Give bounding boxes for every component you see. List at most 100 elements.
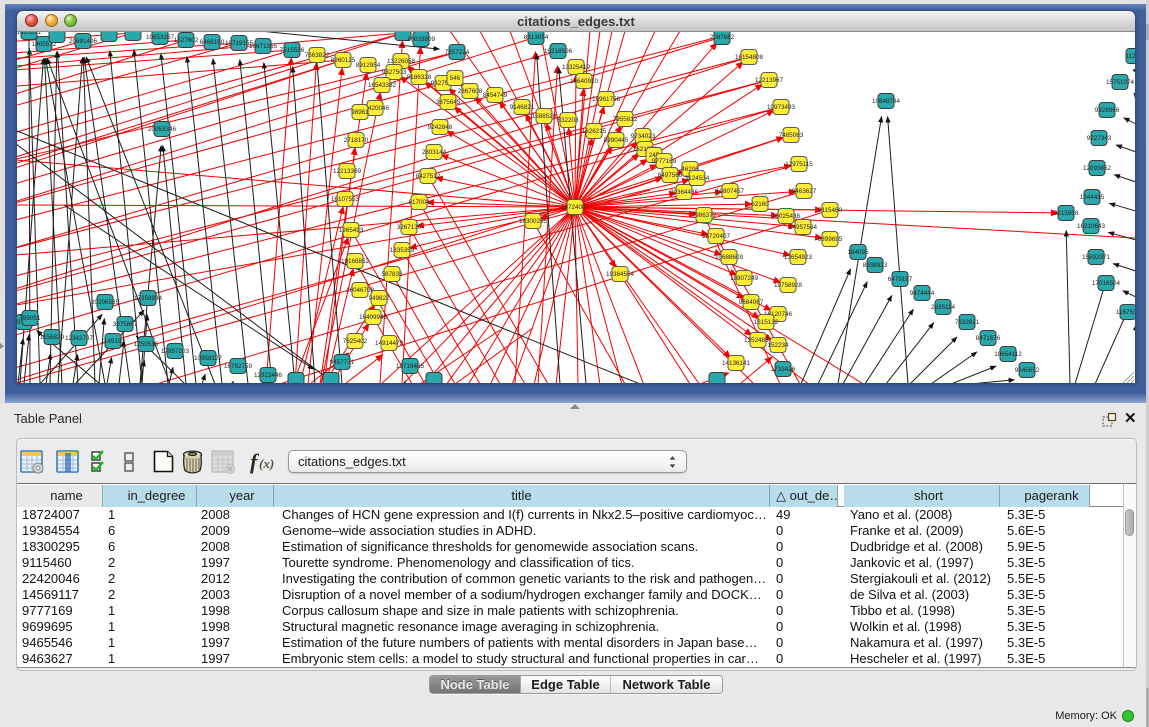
svg-text:10671355: 10671355 [249, 43, 278, 50]
svg-text:8912954: 8912954 [356, 62, 381, 69]
svg-text:1335359: 1335359 [390, 247, 415, 254]
svg-text:15692971: 15692971 [1082, 254, 1111, 261]
svg-text:13716485: 13716485 [396, 363, 425, 370]
svg-text:2803144: 2803144 [422, 149, 447, 156]
svg-text:10046708: 10046708 [346, 287, 375, 294]
svg-text:1156829: 1156829 [40, 334, 65, 341]
svg-text:18807249: 18807249 [730, 275, 759, 282]
svg-text:10654112: 10654112 [994, 351, 1022, 358]
svg-text:7625402: 7625402 [343, 338, 368, 345]
svg-text:817004: 817004 [408, 199, 430, 206]
svg-text:16210643: 16210643 [1077, 223, 1106, 230]
svg-text:3215958: 3215958 [1054, 210, 1079, 217]
svg-text:2867608: 2867608 [458, 88, 483, 95]
svg-text:1626215: 1626215 [582, 128, 607, 135]
svg-text:8938923: 8938923 [863, 262, 888, 269]
svg-text:16154808: 16154808 [735, 54, 764, 61]
svg-text:10025438: 10025438 [772, 213, 801, 220]
svg-text:12923446: 12923446 [254, 372, 283, 379]
svg-text:6899695: 6899695 [818, 236, 843, 243]
svg-text:12093852: 12093852 [1083, 165, 1112, 172]
svg-text:16782759: 16782759 [224, 363, 253, 370]
svg-text:19384554: 19384554 [606, 271, 635, 278]
svg-text:2935114: 2935114 [931, 304, 956, 311]
svg-text:832203: 832203 [557, 117, 579, 124]
svg-text:13226058: 13226058 [387, 58, 416, 65]
svg-text:13654923: 13654923 [784, 254, 813, 261]
svg-text:16961758: 16961758 [592, 96, 621, 103]
svg-text:546: 546 [450, 75, 461, 82]
svg-text:16543382: 16543382 [368, 82, 397, 89]
svg-text:9242848: 9242848 [428, 124, 453, 131]
svg-text:17359934: 17359934 [134, 295, 163, 302]
svg-text:20053346: 20053346 [148, 126, 177, 133]
svg-text:9327503: 9327503 [382, 69, 407, 76]
svg-text:3124534: 3124534 [685, 175, 710, 182]
svg-text:17016504: 17016504 [1092, 280, 1121, 287]
svg-text:16409948: 16409948 [359, 314, 388, 321]
svg-text:18724007: 18724007 [561, 204, 590, 211]
svg-text:16033809: 16033809 [407, 36, 436, 43]
svg-text:6466160: 6466160 [200, 39, 225, 46]
svg-text:6479197: 6479197 [888, 276, 913, 283]
svg-text:62160: 62160 [751, 201, 769, 208]
svg-text:9457771: 9457771 [330, 359, 355, 366]
svg-text:949822: 949822 [368, 295, 390, 302]
svg-text:19166852: 19166852 [341, 258, 370, 265]
svg-text:14957584: 14957584 [789, 224, 818, 231]
svg-text:1167531: 1167531 [1116, 309, 1135, 316]
svg-text:(x): (x) [259, 456, 274, 471]
svg-text:9329966: 9329966 [1095, 107, 1120, 114]
svg-text:1588520: 1588520 [532, 113, 557, 120]
svg-text:8990445: 8990445 [604, 137, 629, 144]
svg-text:8960125: 8960125 [331, 57, 356, 64]
svg-text:10648784: 10648784 [872, 98, 901, 105]
svg-text:8813054: 8813054 [524, 34, 549, 41]
svg-text:10958127: 10958127 [194, 355, 223, 362]
svg-text:10807457: 10807457 [716, 188, 745, 195]
svg-text:9684067: 9684067 [739, 299, 764, 306]
svg-text:16107553: 16107553 [331, 196, 360, 203]
svg-text:1527602: 1527602 [174, 37, 199, 44]
svg-text:17957203: 17957203 [161, 348, 190, 355]
svg-text:9463627: 9463627 [792, 188, 817, 195]
svg-text:12342737: 12342737 [65, 335, 94, 342]
svg-text:12975115: 12975115 [785, 161, 813, 168]
svg-text:18300295: 18300295 [519, 218, 548, 225]
svg-text:1250515: 1250515 [134, 341, 159, 348]
svg-text:9777169: 9777169 [652, 158, 677, 165]
svg-text:3875645: 3875645 [436, 99, 461, 106]
svg-text:6497568: 6497568 [658, 172, 683, 179]
svg-text:3975867: 3975867 [113, 321, 138, 328]
svg-text:19756928: 19756928 [774, 282, 803, 289]
svg-text:9734023: 9734023 [631, 133, 656, 140]
svg-text:20691406: 20691406 [69, 38, 98, 45]
svg-text:1405571: 1405571 [17, 32, 42, 36]
svg-text:1244415: 1244415 [1080, 194, 1105, 201]
svg-text:14914479: 14914479 [375, 340, 404, 347]
svg-text:1615132: 1615132 [754, 319, 779, 326]
svg-text:1145193: 1145193 [101, 338, 126, 345]
svg-text:9245652: 9245652 [1015, 367, 1040, 374]
svg-text:152234: 152234 [767, 342, 789, 349]
svg-text:13325419: 13325419 [562, 64, 591, 71]
svg-text:10653267: 10653267 [146, 34, 175, 41]
svg-text:7515526: 7515526 [280, 47, 305, 54]
svg-text:2718170: 2718170 [344, 137, 369, 144]
svg-text:14136141: 14136141 [722, 360, 751, 367]
svg-text:164095: 164095 [847, 249, 869, 256]
svg-text:19218506: 19218506 [544, 48, 573, 55]
svg-text:3267130: 3267130 [397, 224, 422, 231]
svg-text:785051: 785051 [19, 315, 41, 322]
svg-text:7632621: 7632621 [955, 319, 980, 326]
svg-text:2087682: 2087682 [710, 34, 735, 41]
svg-text:9474444: 9474444 [910, 290, 935, 297]
svg-text:7986372: 7986372 [692, 212, 717, 219]
svg-text:10688609: 10688609 [715, 254, 744, 261]
svg-text:98961: 98961 [351, 109, 369, 116]
svg-text:15720407: 15720407 [702, 233, 731, 240]
svg-text:9227343: 9227343 [1087, 135, 1112, 142]
svg-text:8427512: 8427512 [416, 173, 441, 180]
svg-text:7663822: 7663822 [305, 52, 330, 59]
svg-text:587833: 587833 [381, 271, 403, 278]
